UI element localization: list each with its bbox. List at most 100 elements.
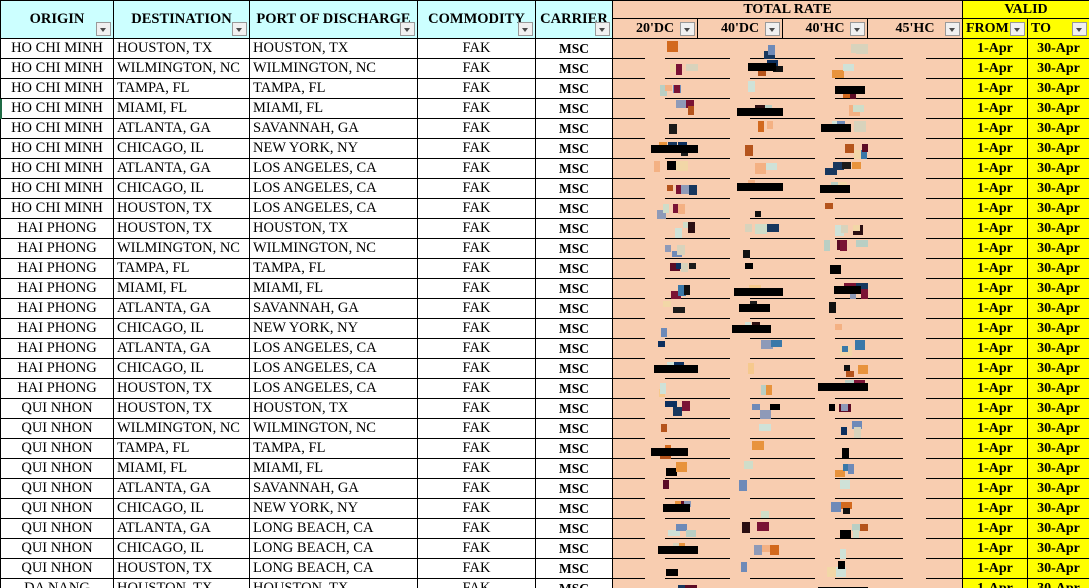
cell-rate-20dc[interactable] [612, 138, 698, 159]
cell-destination[interactable]: CHICAGO, IL [113, 358, 250, 379]
cell-carrier[interactable]: MSC [535, 98, 613, 119]
cell-carrier[interactable]: MSC [535, 278, 613, 299]
cell-commodity[interactable]: FAK [417, 418, 536, 439]
cell-rate-40dc[interactable] [697, 98, 783, 119]
cell-origin[interactable]: HO CHI MINH [0, 118, 114, 139]
cell-carrier[interactable]: MSC [535, 398, 613, 419]
cell-commodity[interactable]: FAK [417, 58, 536, 79]
cell-rate-20dc[interactable] [612, 238, 698, 259]
table-row[interactable]: QUI NHON ATLANTA, GA SAVANNAH, GA FAK MSC 1-A… [0, 478, 1089, 499]
cell-valid-to[interactable]: 30-Apr [1027, 298, 1089, 319]
cell-commodity[interactable]: FAK [417, 478, 536, 499]
cell-origin[interactable]: QUI NHON [0, 558, 114, 579]
table-row[interactable]: HO CHI MINH CHICAGO, IL NEW YORK, NY FAK MSC… [0, 138, 1089, 159]
cell-rate-20dc[interactable] [612, 398, 698, 419]
cell-rate-40hc[interactable] [782, 458, 868, 479]
table-row[interactable]: QUI NHON CHICAGO, IL NEW YORK, NY FAK MSC 1-A… [0, 498, 1089, 519]
column-header-valid-to[interactable]: TO [1027, 18, 1089, 39]
cell-destination[interactable]: HOUSTON, TX [113, 578, 250, 588]
cell-valid-to[interactable]: 30-Apr [1027, 138, 1089, 159]
cell-commodity[interactable]: FAK [417, 518, 536, 539]
cell-origin[interactable]: DA NANG [0, 578, 114, 588]
cell-destination[interactable]: HOUSTON, TX [113, 378, 250, 399]
cell-commodity[interactable]: FAK [417, 238, 536, 259]
cell-commodity[interactable]: FAK [417, 298, 536, 319]
cell-origin[interactable]: QUI NHON [0, 398, 114, 419]
cell-valid-from[interactable]: 1-Apr [962, 438, 1028, 459]
cell-valid-to[interactable]: 30-Apr [1027, 358, 1089, 379]
cell-rate-20dc[interactable] [612, 78, 698, 99]
cell-valid-from[interactable]: 1-Apr [962, 118, 1028, 139]
cell-origin[interactable]: HO CHI MINH [0, 138, 114, 159]
column-header-rate-40dc[interactable]: 40'DC [697, 18, 783, 39]
cell-rate-45hc[interactable] [867, 478, 963, 499]
cell-port-of-discharge[interactable]: TAMPA, FL [249, 438, 418, 459]
column-header-destination[interactable]: DESTINATION [113, 0, 250, 39]
table-row[interactable]: HAI PHONG ATLANTA, GA LOS ANGELES, CA FAK MS… [0, 338, 1089, 359]
cell-rate-40dc[interactable] [697, 578, 783, 588]
cell-valid-to[interactable]: 30-Apr [1027, 518, 1089, 539]
column-header-valid-from[interactable]: FROM [962, 18, 1028, 39]
cell-rate-20dc[interactable] [612, 538, 698, 559]
table-row[interactable]: QUI NHON HOUSTON, TX LONG BEACH, CA FAK MSC 1… [0, 558, 1089, 579]
cell-valid-to[interactable]: 30-Apr [1027, 58, 1089, 79]
cell-port-of-discharge[interactable]: SAVANNAH, GA [249, 118, 418, 139]
cell-valid-from[interactable]: 1-Apr [962, 558, 1028, 579]
cell-commodity[interactable]: FAK [417, 318, 536, 339]
cell-carrier[interactable]: MSC [535, 218, 613, 239]
table-row[interactable]: HO CHI MINH MIAMI, FL MIAMI, FL FAK MSC 1-Apr… [0, 98, 1089, 119]
cell-rate-40dc[interactable] [697, 78, 783, 99]
cell-origin[interactable]: HAI PHONG [0, 378, 114, 399]
cell-port-of-discharge[interactable]: WILMINGTON, NC [249, 58, 418, 79]
cell-rate-40dc[interactable] [697, 338, 783, 359]
cell-destination[interactable]: WILMINGTON, NC [113, 418, 250, 439]
cell-rate-40dc[interactable] [697, 418, 783, 439]
cell-origin[interactable]: HO CHI MINH [0, 178, 114, 199]
cell-carrier[interactable]: MSC [535, 38, 613, 59]
cell-rate-40hc[interactable] [782, 118, 868, 139]
cell-valid-from[interactable]: 1-Apr [962, 578, 1028, 588]
cell-rate-20dc[interactable] [612, 258, 698, 279]
cell-port-of-discharge[interactable]: LOS ANGELES, CA [249, 178, 418, 199]
cell-origin[interactable]: QUI NHON [0, 498, 114, 519]
cell-valid-from[interactable]: 1-Apr [962, 478, 1028, 499]
cell-commodity[interactable]: FAK [417, 278, 536, 299]
cell-destination[interactable]: ATLANTA, GA [113, 338, 250, 359]
filter-dropdown-commodity[interactable] [518, 22, 533, 36]
cell-origin[interactable]: QUI NHON [0, 478, 114, 499]
cell-rate-40hc[interactable] [782, 278, 868, 299]
cell-port-of-discharge[interactable]: NEW YORK, NY [249, 498, 418, 519]
table-row[interactable]: HO CHI MINH CHICAGO, IL LOS ANGELES, CA FAK… [0, 178, 1089, 199]
cell-rate-40dc[interactable] [697, 138, 783, 159]
cell-valid-to[interactable]: 30-Apr [1027, 158, 1089, 179]
cell-rate-20dc[interactable] [612, 178, 698, 199]
cell-origin[interactable]: QUI NHON [0, 418, 114, 439]
column-header-rate-20dc[interactable]: 20'DC [612, 18, 698, 39]
cell-commodity[interactable]: FAK [417, 338, 536, 359]
table-row[interactable]: HAI PHONG WILMINGTON, NC WILMINGTON, NC FAK… [0, 238, 1089, 259]
cell-valid-to[interactable]: 30-Apr [1027, 318, 1089, 339]
cell-rate-45hc[interactable] [867, 178, 963, 199]
cell-rate-40hc[interactable] [782, 338, 868, 359]
cell-destination[interactable]: ATLANTA, GA [113, 478, 250, 499]
cell-rate-40dc[interactable] [697, 158, 783, 179]
cell-port-of-discharge[interactable]: LONG BEACH, CA [249, 538, 418, 559]
cell-destination[interactable]: CHICAGO, IL [113, 318, 250, 339]
cell-destination[interactable]: TAMPA, FL [113, 438, 250, 459]
cell-destination[interactable]: HOUSTON, TX [113, 198, 250, 219]
cell-port-of-discharge[interactable]: LOS ANGELES, CA [249, 378, 418, 399]
cell-destination[interactable]: HOUSTON, TX [113, 218, 250, 239]
cell-origin[interactable]: HAI PHONG [0, 238, 114, 259]
cell-valid-to[interactable]: 30-Apr [1027, 278, 1089, 299]
cell-commodity[interactable]: FAK [417, 138, 536, 159]
cell-rate-45hc[interactable] [867, 238, 963, 259]
cell-destination[interactable]: HOUSTON, TX [113, 38, 250, 59]
cell-valid-to[interactable]: 30-Apr [1027, 378, 1089, 399]
cell-rate-45hc[interactable] [867, 198, 963, 219]
cell-destination[interactable]: ATLANTA, GA [113, 118, 250, 139]
cell-destination[interactable]: MIAMI, FL [113, 98, 250, 119]
cell-valid-to[interactable]: 30-Apr [1027, 578, 1089, 588]
cell-valid-from[interactable]: 1-Apr [962, 518, 1028, 539]
cell-rate-40hc[interactable] [782, 298, 868, 319]
table-row[interactable]: HAI PHONG CHICAGO, IL LOS ANGELES, CA FAK MS… [0, 358, 1089, 379]
